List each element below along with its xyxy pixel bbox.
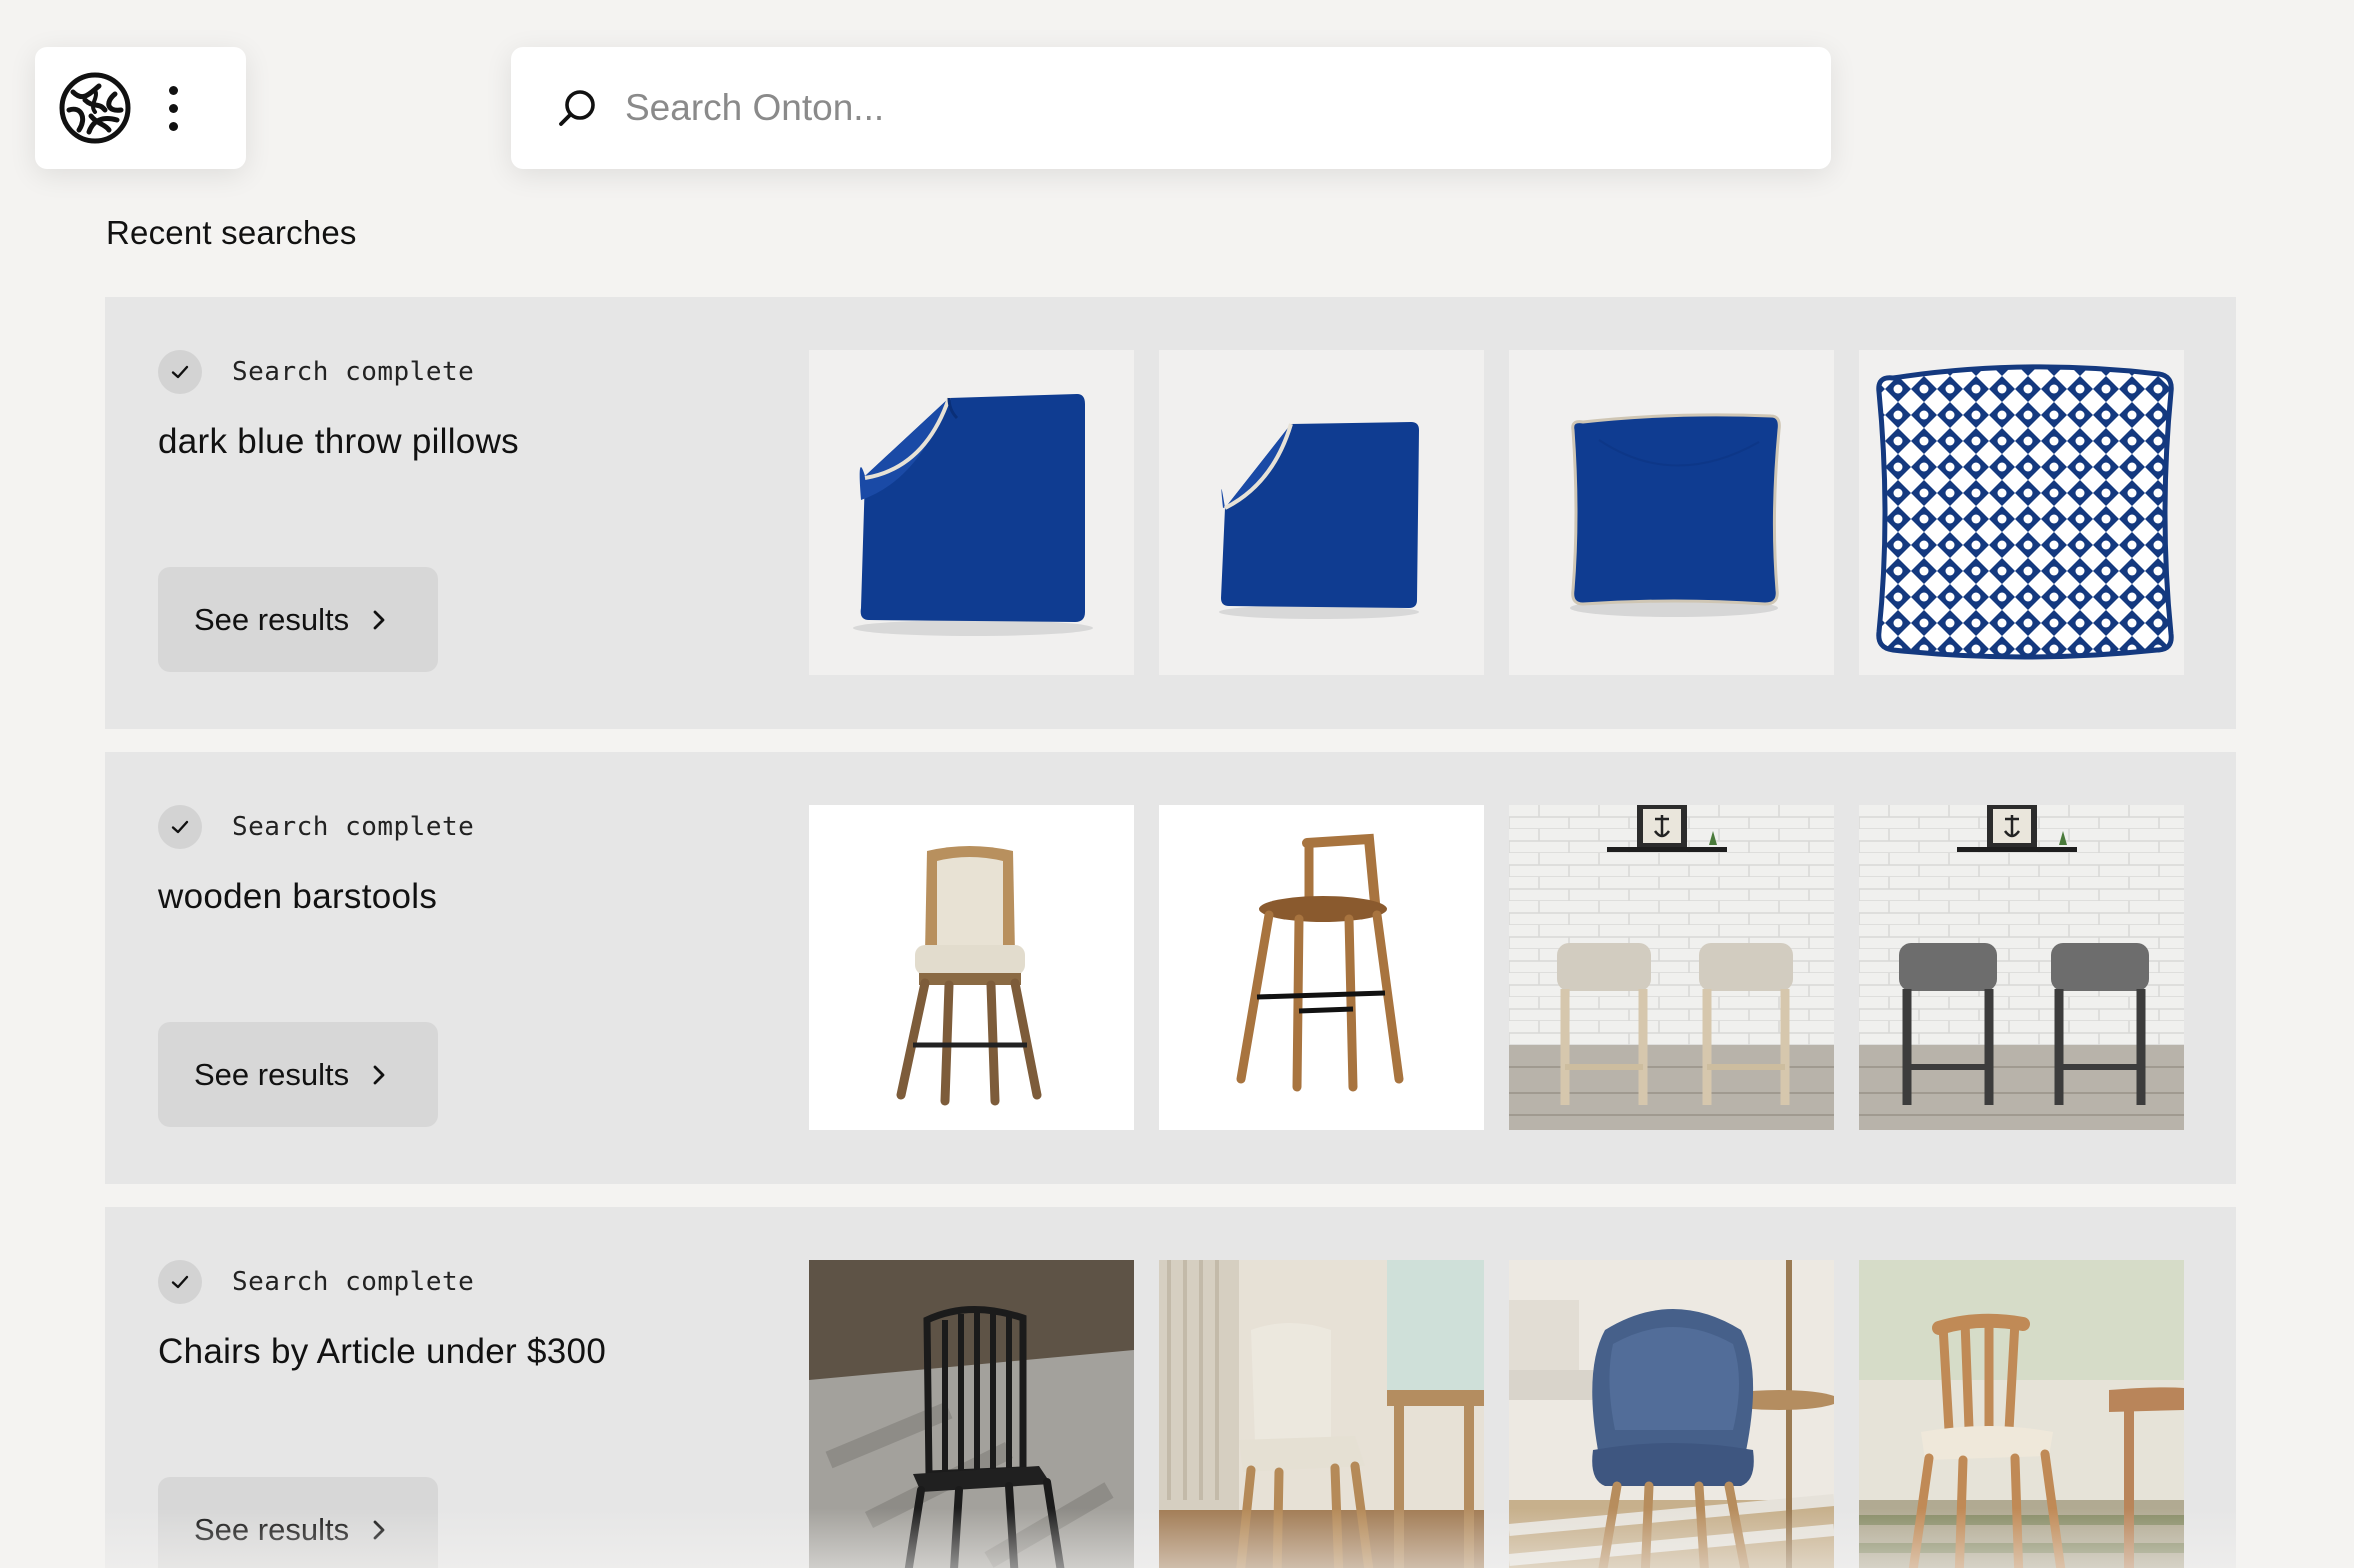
chevron-right-icon <box>373 610 385 629</box>
search-summary: Search complete dark blue throw pillows … <box>158 350 778 680</box>
product-thumbnail[interactable] <box>1509 1260 1834 1568</box>
product-thumbnail[interactable] <box>809 1260 1134 1568</box>
see-results-button[interactable]: See results <box>158 1477 438 1568</box>
product-thumbnail[interactable] <box>1509 350 1834 675</box>
product-thumbnail[interactable] <box>1859 1260 2184 1568</box>
recent-search-card: Search complete Chairs by Article under … <box>105 1207 2236 1568</box>
menu-dot <box>168 103 178 113</box>
search-query: Chairs by Article under $300 <box>158 1332 607 1371</box>
check-icon <box>158 1260 202 1304</box>
menu-dot <box>168 121 178 131</box>
see-results-button[interactable]: See results <box>158 567 438 672</box>
result-thumbnails <box>809 805 2184 1130</box>
search-input[interactable] <box>625 87 1775 129</box>
onton-logo-icon[interactable] <box>59 72 131 144</box>
recent-search-card: Search complete wooden barstools See res… <box>105 752 2236 1184</box>
search-summary: Search complete Chairs by Article under … <box>158 1260 778 1568</box>
product-thumbnail[interactable] <box>1859 805 2184 1130</box>
see-results-label: See results <box>194 1511 350 1547</box>
product-thumbnail[interactable] <box>1509 805 1834 1130</box>
status-text: Search complete <box>232 1267 475 1297</box>
app-header-card <box>35 47 246 169</box>
chevron-right-icon <box>373 1065 385 1084</box>
search-icon <box>559 90 595 126</box>
menu-dot <box>168 85 178 95</box>
search-summary: Search complete wooden barstools See res… <box>158 805 778 1135</box>
search-status: Search complete <box>158 350 778 394</box>
search-query: wooden barstools <box>158 877 438 916</box>
see-results-label: See results <box>194 1056 350 1092</box>
recent-searches-heading: Recent searches <box>106 214 357 251</box>
search-status: Search complete <box>158 805 778 849</box>
search-query: dark blue throw pillows <box>158 422 519 461</box>
product-thumbnail[interactable] <box>1159 1260 1484 1568</box>
status-text: Search complete <box>232 357 475 387</box>
result-thumbnails <box>809 350 2184 675</box>
kebab-menu-icon[interactable] <box>159 78 187 138</box>
status-text: Search complete <box>232 812 475 842</box>
see-results-label: See results <box>194 601 350 637</box>
recent-search-card: Search complete dark blue throw pillows … <box>105 297 2236 729</box>
see-results-button[interactable]: See results <box>158 1022 438 1127</box>
chevron-right-icon <box>373 1520 385 1539</box>
search-status: Search complete <box>158 1260 778 1304</box>
product-thumbnail[interactable] <box>809 350 1134 675</box>
search-bar[interactable] <box>511 47 1831 169</box>
product-thumbnail[interactable] <box>1159 805 1484 1130</box>
product-thumbnail[interactable] <box>1859 350 2184 675</box>
check-icon <box>158 350 202 394</box>
result-thumbnails <box>809 1260 2184 1568</box>
product-thumbnail[interactable] <box>1159 350 1484 675</box>
product-thumbnail[interactable] <box>809 805 1134 1130</box>
check-icon <box>158 805 202 849</box>
page: Recent searches Search complete dark blu… <box>0 0 2354 1568</box>
